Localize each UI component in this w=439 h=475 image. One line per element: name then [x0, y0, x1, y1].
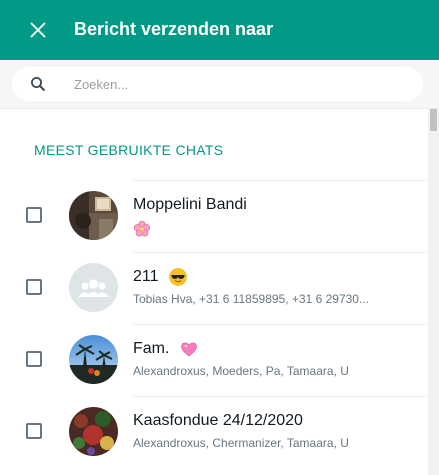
avatar	[69, 263, 118, 312]
sunglasses-face-icon	[169, 268, 187, 286]
chat-row-kaasfondue[interactable]: Kaasfondue 24/12/2020 Alexandroxus, Cher…	[0, 396, 427, 468]
chat-checkbox[interactable]	[26, 279, 42, 295]
chat-checkbox[interactable]	[26, 351, 42, 367]
chat-row-moppelini-bandi[interactable]: Moppelini Bandi	[0, 180, 427, 252]
row-divider	[133, 396, 427, 397]
search-input[interactable]	[74, 67, 404, 101]
chat-row-fam[interactable]: Fam. Alexandroxus, Moeders, Pa, Tamaara,…	[0, 324, 427, 396]
close-button[interactable]	[28, 20, 48, 40]
page-title: Bericht verzenden naar	[74, 19, 274, 39]
chat-name-text: Fam.	[133, 340, 170, 358]
group-icon	[69, 263, 118, 312]
chat-checkbox[interactable]	[26, 423, 42, 439]
avatar	[69, 407, 118, 456]
chat-list: MEEST GEBRUIKTE CHATS Moppelini Bandi 21…	[0, 109, 427, 475]
section-title: MEEST GEBRUIKTE CHATS	[34, 142, 224, 158]
search-icon	[31, 77, 46, 92]
chat-subtitle	[133, 220, 409, 238]
cherry-blossom-icon	[133, 220, 151, 237]
chat-name: Kaasfondue 24/12/2020	[133, 412, 303, 429]
chat-subtitle: Alexandroxus, Chermanizer, Tamaara, U	[133, 436, 349, 450]
search-box[interactable]	[12, 67, 423, 101]
header-bar: Bericht verzenden naar	[0, 0, 439, 60]
chat-name: Fam.	[133, 340, 198, 358]
row-divider	[133, 252, 427, 253]
chat-name: Moppelini Bandi	[133, 196, 247, 213]
chat-name-text: 211	[133, 268, 159, 286]
search-bar	[0, 60, 439, 109]
avatar	[69, 335, 118, 384]
close-icon	[30, 22, 46, 38]
scrollbar-thumb[interactable]	[430, 109, 437, 131]
chat-subtitle: Alexandroxus, Moeders, Pa, Tamaara, U	[133, 364, 349, 378]
avatar	[69, 191, 118, 240]
scrollbar[interactable]	[428, 109, 439, 475]
chat-name: 211	[133, 268, 187, 286]
row-divider	[133, 324, 427, 325]
row-divider	[133, 180, 427, 181]
pink-heart-icon	[181, 342, 197, 357]
chat-row-211[interactable]: 211 Tobias Hva, +31 6 11859895, +31 6 29…	[0, 252, 427, 324]
chat-checkbox[interactable]	[26, 207, 42, 223]
chat-subtitle: Tobias Hva, +31 6 11859895, +31 6 29730.…	[133, 292, 369, 306]
